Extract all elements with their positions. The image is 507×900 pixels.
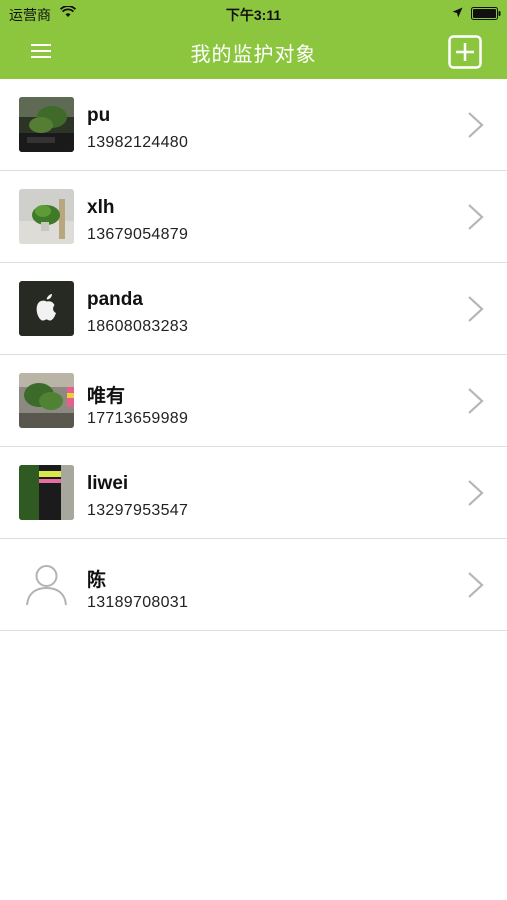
chevron-right-icon bbox=[468, 296, 484, 322]
add-button[interactable] bbox=[448, 35, 482, 69]
app-header: 运营商 下午3:11 我的监护对象 bbox=[0, 0, 507, 79]
battery-icon bbox=[471, 7, 501, 20]
chevron-right-icon bbox=[468, 204, 484, 230]
contact-phone: 13189708031 bbox=[87, 594, 189, 611]
chevron-right-icon bbox=[468, 480, 484, 506]
contact-row[interactable]: liwei 13297953547 bbox=[0, 447, 507, 539]
contact-phone: 13982124480 bbox=[87, 134, 189, 151]
chevron-right-icon bbox=[468, 112, 484, 138]
contact-avatar-apple-logo bbox=[19, 281, 74, 336]
default-user-icon bbox=[19, 557, 74, 612]
contact-row[interactable]: pu 13982124480 bbox=[0, 79, 507, 171]
contact-row[interactable]: 陈 13189708031 bbox=[0, 539, 507, 631]
contact-row[interactable]: panda 18608083283 bbox=[0, 263, 507, 355]
contact-name: pu bbox=[87, 105, 111, 126]
contact-avatar-plant-photo bbox=[19, 373, 74, 428]
contact-avatar-plant-photo bbox=[19, 189, 74, 244]
clock: 下午3:11 bbox=[225, 7, 282, 23]
contact-phone: 18608083283 bbox=[87, 318, 189, 335]
contact-avatar-plant-photo bbox=[19, 97, 74, 152]
contact-phone: 13679054879 bbox=[87, 226, 189, 243]
contact-list: pu 13982124480 xlh 13679054879 panda 186… bbox=[0, 79, 507, 631]
contact-name: panda bbox=[87, 289, 143, 310]
navigation-bar: 我的监护对象 bbox=[0, 26, 507, 79]
contact-row[interactable]: xlh 13679054879 bbox=[0, 171, 507, 263]
contact-phone: 13297953547 bbox=[87, 502, 189, 519]
location-arrow-icon bbox=[452, 7, 463, 18]
page-title: 我的监护对象 bbox=[190, 44, 317, 66]
contact-name: 陈 bbox=[87, 570, 107, 591]
contact-phone: 17713659989 bbox=[87, 410, 189, 427]
contact-name: xlh bbox=[87, 197, 115, 218]
contact-name: liwei bbox=[87, 473, 129, 494]
chevron-right-icon bbox=[468, 388, 484, 414]
status-bar: 运营商 下午3:11 bbox=[0, 0, 507, 26]
contact-name: 唯有 bbox=[87, 386, 126, 407]
contact-avatar-bottle-photo bbox=[19, 465, 74, 520]
contact-row[interactable]: 唯有 17713659989 bbox=[0, 355, 507, 447]
chevron-right-icon bbox=[468, 572, 484, 598]
